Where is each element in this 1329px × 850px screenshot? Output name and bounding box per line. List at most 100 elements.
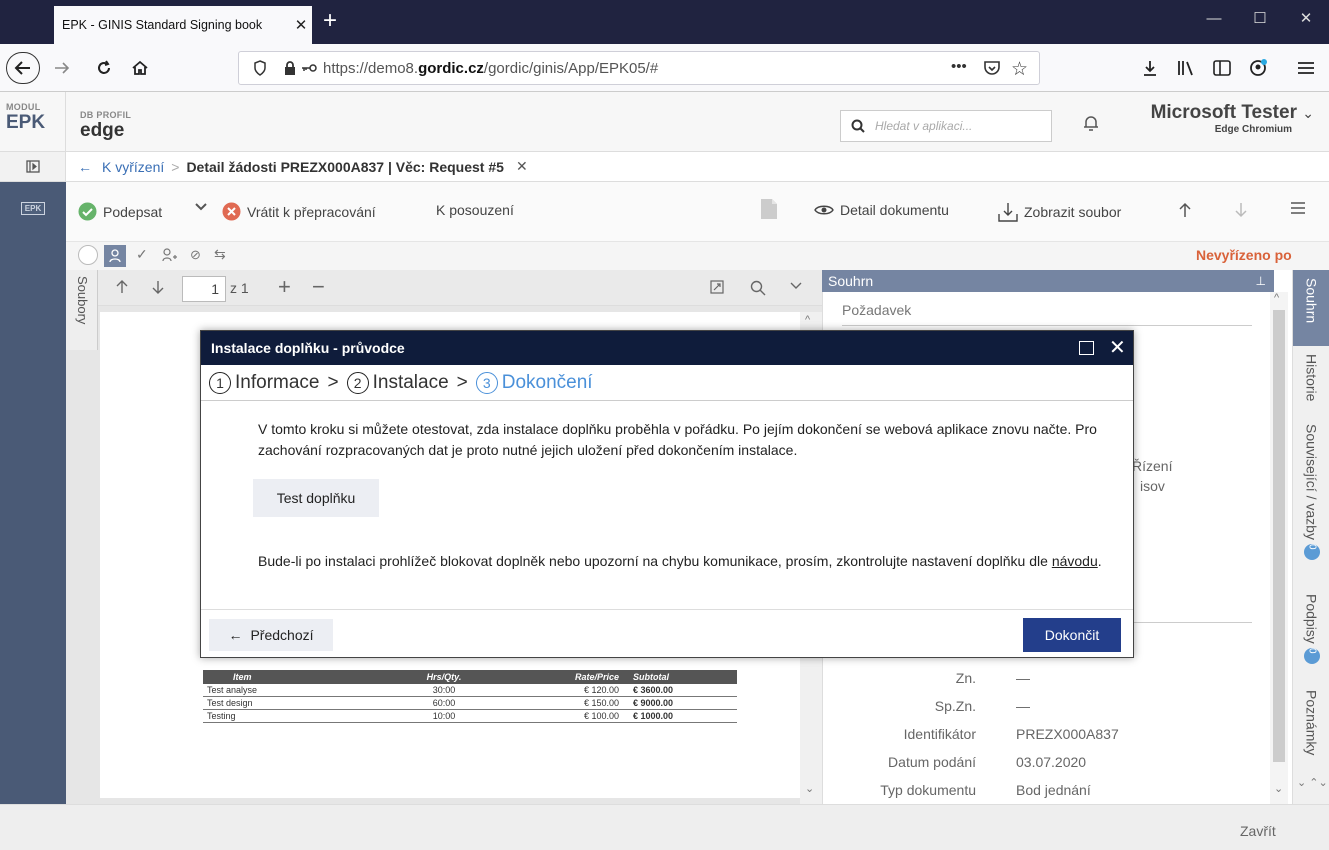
back-icon[interactable]: [6, 52, 40, 84]
sign-button[interactable]: Podepsat: [78, 202, 162, 221]
summary-scrollbar[interactable]: ^ ⌄: [1270, 292, 1288, 804]
table-cell: € 3600.00: [633, 685, 674, 695]
zoom-out-icon[interactable]: −: [312, 274, 325, 300]
search-input[interactable]: Hledat v aplikaci...: [840, 110, 1052, 142]
url-bar[interactable]: https://demo8.gordic.cz/gordic/ginis/App…: [238, 51, 1040, 85]
swap-arrows-icon[interactable]: ⇆: [214, 246, 226, 263]
tab-related-label: Související / vazby: [1303, 424, 1320, 540]
bottom-bar: [0, 804, 1329, 850]
user-menu[interactable]: Microsoft Tester ⌄ Edge Chromium: [1128, 102, 1314, 135]
close-icon[interactable]: ✕: [1109, 335, 1126, 360]
scroll-down-icon[interactable]: ⌄: [805, 782, 814, 795]
tab-notes[interactable]: Poznámky: [1293, 684, 1329, 776]
bell-icon[interactable]: [1082, 114, 1100, 132]
library-icon[interactable]: [1170, 54, 1202, 82]
zoom-in-icon[interactable]: +: [278, 274, 291, 300]
back-arrow-icon[interactable]: ←: [78, 159, 92, 175]
forward-icon[interactable]: [46, 54, 78, 82]
left-rail: EPK: [0, 152, 66, 850]
sidebar-toggle-icon[interactable]: [1206, 54, 1238, 82]
field-label: Zn.: [955, 670, 976, 686]
doc-detail-button[interactable]: Detail dokumentu: [814, 202, 949, 218]
home-icon[interactable]: [124, 54, 156, 82]
document-icon[interactable]: [760, 198, 778, 220]
panel-toggle-icon: [26, 160, 40, 173]
table-cell: 60:00: [432, 698, 456, 708]
breadcrumb-link[interactable]: K vyřízení: [102, 159, 164, 175]
user-name: Microsoft Tester: [1150, 102, 1297, 123]
step-1: 1 Informace: [209, 371, 319, 394]
select-all-toggle[interactable]: [78, 245, 98, 265]
return-button[interactable]: Vrátit k přepracování: [222, 202, 376, 221]
arrow-down-icon[interactable]: [1234, 202, 1248, 218]
paperclip-icon[interactable]: ⊘: [190, 247, 201, 263]
tab-summary[interactable]: Souhrn: [1293, 270, 1329, 346]
tab-close-icon[interactable]: ✕: [290, 16, 312, 34]
test-addon-button[interactable]: Test doplňku: [253, 479, 379, 517]
profile-label: DB PROFIL: [80, 110, 132, 120]
next-page-icon[interactable]: [152, 280, 164, 294]
page-actions-icon[interactable]: •••: [951, 58, 967, 75]
close-tab-icon[interactable]: ✕: [516, 158, 528, 175]
downloads-icon[interactable]: [1134, 54, 1166, 82]
page-number-input[interactable]: 1: [182, 276, 226, 302]
arrow-up-icon[interactable]: [1178, 202, 1192, 218]
table-cell: € 150.00: [583, 698, 619, 708]
show-file-button[interactable]: Zobrazit soubor: [998, 202, 1121, 222]
field-value: 03.07.2020: [1016, 754, 1087, 770]
partial-text: isov: [1140, 478, 1165, 494]
close-window-icon[interactable]: ✕: [1283, 0, 1329, 36]
rail-item-epk[interactable]: EPK: [0, 202, 66, 215]
previous-button[interactable]: ← Předchozí: [209, 619, 333, 651]
tab-signatures[interactable]: Podpisy 0: [1293, 588, 1329, 678]
person-group-icon[interactable]: [162, 248, 178, 262]
maximize-icon[interactable]: [1079, 341, 1094, 355]
bookmark-star-icon[interactable]: ☆: [1011, 58, 1028, 81]
invoice-table: Item Hrs/Qty. Rate/Price Subtotal Test a…: [203, 670, 737, 723]
tab-related[interactable]: Související / vazby 0: [1293, 418, 1329, 582]
breadcrumb-separator: >: [171, 158, 180, 175]
user-sub: Edge Chromium: [1214, 124, 1292, 135]
pin-icon[interactable]: ⊥: [1256, 270, 1266, 292]
maximize-icon[interactable]: ☐: [1237, 0, 1283, 36]
review-button[interactable]: K posouzení: [436, 202, 514, 218]
profile-switcher[interactable]: DB PROFIL edge: [80, 110, 131, 142]
pocket-icon[interactable]: [983, 59, 1001, 77]
search-document-icon[interactable]: [750, 280, 766, 296]
table-cell: Testing: [207, 711, 236, 721]
browser-tab[interactable]: EPK - GINIS Standard Signing book ✕: [54, 6, 312, 44]
wizard-steps: 1 Informace > 2 Instalace > 3 Dokončení: [201, 365, 1133, 401]
field-label: Datum podání: [888, 754, 976, 770]
check-icon[interactable]: ✓: [136, 246, 148, 263]
finish-button[interactable]: Dokončit: [1023, 618, 1121, 652]
partial-text: Řízení: [1132, 458, 1173, 474]
guide-link[interactable]: návodu: [1052, 553, 1098, 569]
more-menu-icon[interactable]: [1290, 202, 1306, 214]
lock-icon[interactable]: [283, 60, 297, 76]
minimize-icon[interactable]: —: [1191, 0, 1237, 36]
epk-rail-icon: EPK: [20, 202, 46, 215]
files-tab[interactable]: Soubory: [66, 270, 98, 350]
browser-nav-bar: https://demo8.gordic.cz/gordic/ginis/App…: [0, 44, 1329, 92]
fit-page-icon[interactable]: [710, 280, 724, 294]
table-cell: € 100.00: [583, 711, 619, 721]
scroll-down-icon[interactable]: ⌄: [1274, 782, 1283, 795]
module-switcher[interactable]: MODUL EPK: [0, 92, 66, 152]
step-2: 2 Instalace: [346, 371, 449, 394]
hamburger-menu-icon[interactable]: [1290, 54, 1322, 82]
search-icon: [851, 119, 865, 133]
reload-icon[interactable]: [88, 54, 120, 82]
prev-page-icon[interactable]: [116, 280, 128, 294]
page-count: z 1: [230, 280, 249, 296]
person-filter-icon[interactable]: [104, 245, 126, 267]
sign-label: Podepsat: [103, 203, 163, 220]
shield-icon[interactable]: [253, 60, 267, 76]
chevron-down-icon[interactable]: [790, 282, 802, 290]
expand-icon[interactable]: ⌄ ⌃⌄: [1297, 776, 1328, 789]
account-icon[interactable]: [1242, 54, 1274, 82]
tab-history[interactable]: Historie: [1293, 348, 1329, 428]
sign-dropdown-chevron-icon[interactable]: [194, 202, 208, 212]
new-tab-button[interactable]: +: [316, 8, 344, 36]
panel-toggle[interactable]: [0, 152, 66, 182]
close-button[interactable]: Zavřít: [1240, 823, 1276, 839]
